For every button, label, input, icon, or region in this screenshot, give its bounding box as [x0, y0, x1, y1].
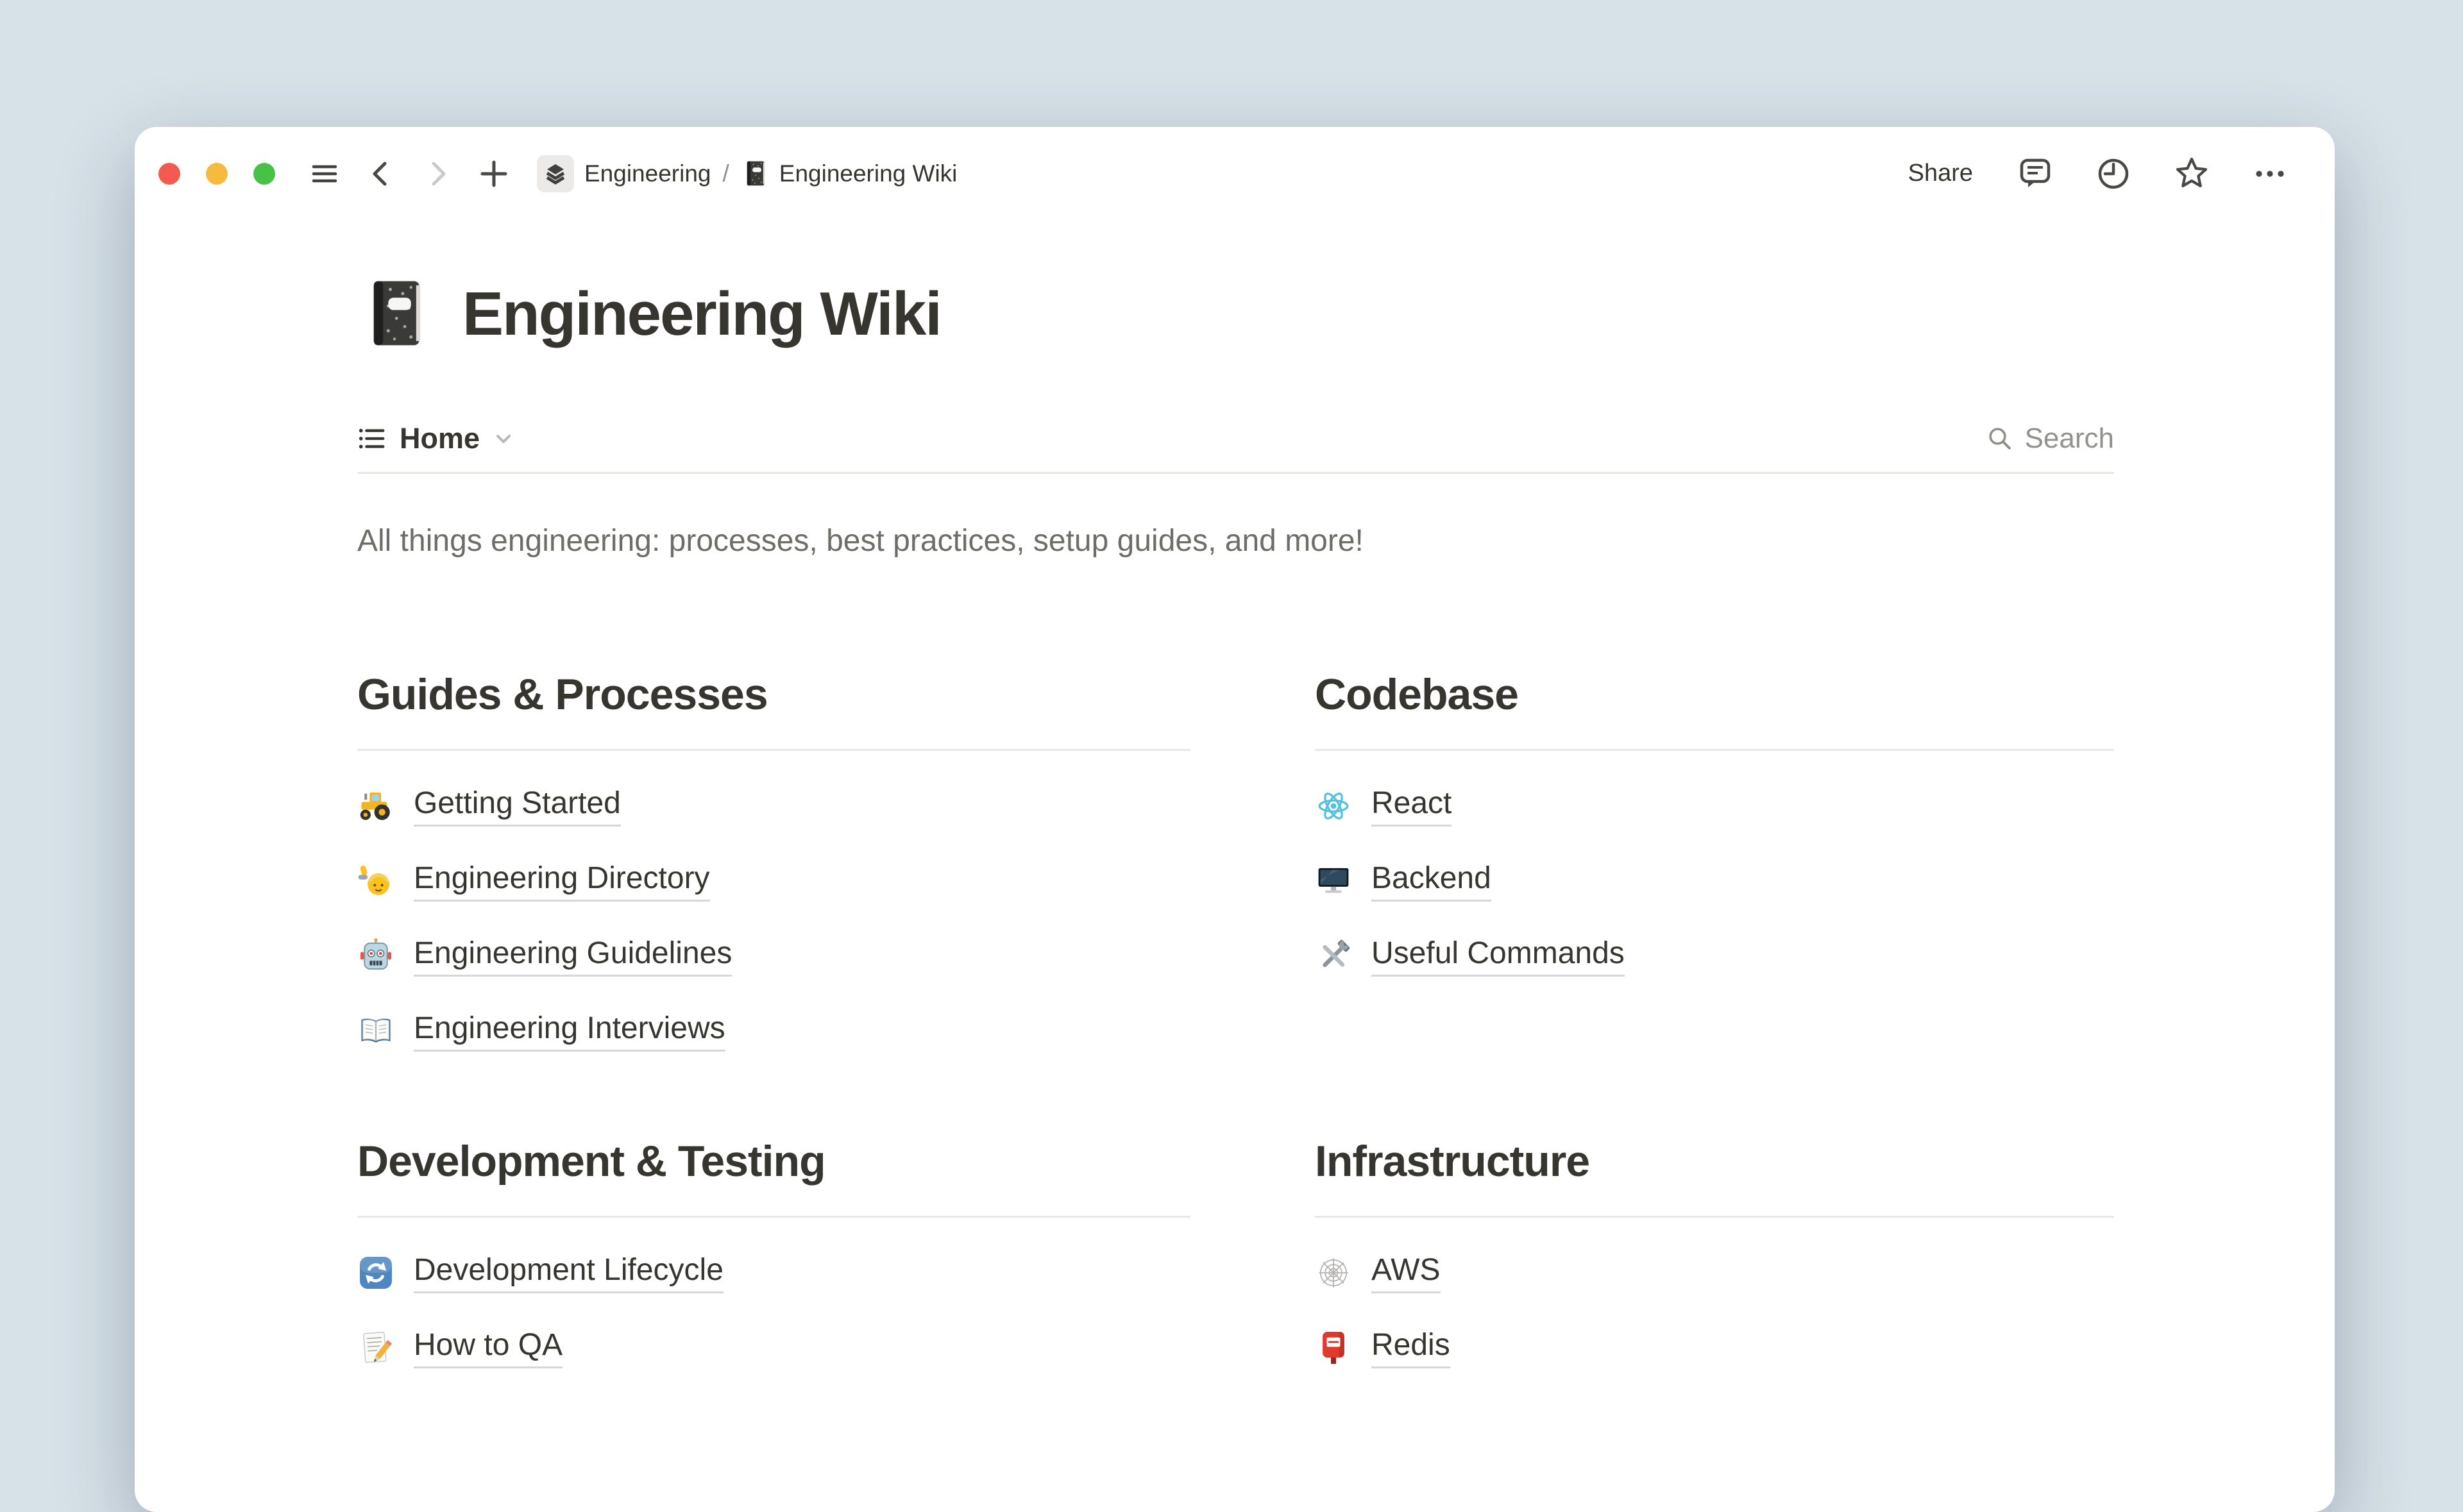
page-link-label: Redis: [1371, 1327, 1450, 1368]
hammer-wrench-emoji-icon: [1315, 937, 1352, 975]
notion-window: Engineering / Engineering Wiki Share: [135, 127, 2335, 1512]
desktop-computer-emoji-icon: [1315, 862, 1352, 900]
tab-home[interactable]: Home: [357, 422, 514, 455]
traffic-lights: [158, 163, 275, 185]
page-link-label: Backend: [1371, 861, 1491, 902]
page-link-label: Engineering Directory: [414, 861, 710, 902]
page-link-aws[interactable]: AWS: [1315, 1247, 2114, 1298]
page-link-label: React: [1371, 785, 1452, 827]
page-link-redis[interactable]: Redis: [1315, 1322, 2114, 1373]
page-link-react[interactable]: React: [1315, 780, 2114, 832]
chevron-down-icon: [493, 428, 514, 449]
toolbar-right-actions: Share: [1904, 154, 2290, 194]
page-link-label: How to QA: [414, 1327, 563, 1368]
arrows-cycle-emoji-icon: [357, 1254, 394, 1291]
share-button[interactable]: Share: [1904, 160, 1977, 187]
person-raising-hand-emoji-icon: [357, 862, 394, 900]
section-codebase: Codebase React Backend Useful Commands: [1315, 664, 2114, 1057]
chevron-right-icon: [422, 158, 453, 189]
chevron-left-icon: [366, 158, 396, 189]
section-development-testing: Development & Testing Development Lifecy…: [357, 1131, 1190, 1373]
page-link-label: Engineering Interviews: [414, 1011, 725, 1052]
breadcrumb: Engineering / Engineering Wiki: [537, 155, 957, 192]
page-link-engineering-directory[interactable]: Engineering Directory: [357, 855, 1190, 907]
breadcrumb-separator: /: [722, 160, 729, 187]
ellipsis-icon: [2252, 156, 2288, 192]
page-link-label: Getting Started: [414, 785, 621, 827]
notebook-emoji-icon[interactable]: [357, 277, 432, 351]
page-link-label: Engineering Guidelines: [414, 936, 732, 977]
page-title-block: Engineering Wiki: [357, 276, 2114, 352]
zoom-window-button[interactable]: [253, 163, 275, 185]
page-link-label: Development Lifecycle: [414, 1252, 724, 1293]
notebook-emoji-icon: [741, 160, 769, 188]
minimize-window-button[interactable]: [206, 163, 228, 185]
postbox-emoji-icon: [1315, 1329, 1352, 1366]
more-options-button[interactable]: [2250, 154, 2290, 194]
page-link-engineering-interviews[interactable]: Engineering Interviews: [357, 1005, 1190, 1057]
page-description[interactable]: All things engineering: processes, best …: [357, 521, 2114, 562]
close-window-button[interactable]: [158, 163, 180, 185]
page-link-label: Useful Commands: [1371, 936, 1625, 977]
react-logo-icon: [1315, 787, 1352, 825]
page-link-backend[interactable]: Backend: [1315, 855, 2114, 907]
memo-emoji-icon: [357, 1329, 394, 1366]
bulleted-list-icon: [357, 424, 387, 453]
breadcrumb-teamspace[interactable]: Engineering: [584, 160, 711, 187]
plus-icon: [478, 158, 509, 189]
robot-emoji-icon: [357, 937, 394, 975]
tractor-emoji-icon: [357, 787, 394, 825]
column-list: Guides & Processes Getting Started Engin…: [357, 664, 2114, 1373]
section-guides-processes: Guides & Processes Getting Started Engin…: [357, 664, 1190, 1057]
clock-icon: [2095, 156, 2131, 192]
open-book-emoji-icon: [357, 1012, 394, 1050]
page-link-development-lifecycle[interactable]: Development Lifecycle: [357, 1247, 1190, 1298]
back-button[interactable]: [362, 155, 400, 192]
comment-bubble-icon: [2017, 156, 2053, 192]
star-icon: [2173, 155, 2210, 192]
favorite-button[interactable]: [2172, 154, 2212, 194]
page-link-how-to-qa[interactable]: How to QA: [357, 1322, 1190, 1373]
new-page-button[interactable]: [475, 155, 512, 192]
section-infrastructure: Infrastructure AWS Redis: [1315, 1131, 2114, 1373]
window-toolbar: Engineering / Engineering Wiki Share: [135, 127, 2335, 220]
view-row: Home Search: [357, 419, 2114, 458]
teamspace-stack-icon[interactable]: [537, 155, 574, 192]
section-heading[interactable]: Guides & Processes: [357, 664, 1190, 725]
search-label: Search: [2025, 423, 2114, 455]
section-heading[interactable]: Infrastructure: [1315, 1131, 2114, 1191]
view-divider: [357, 472, 2114, 474]
breadcrumb-page[interactable]: Engineering Wiki: [779, 160, 958, 187]
search-button[interactable]: Search: [1986, 423, 2114, 455]
section-heading[interactable]: Codebase: [1315, 664, 2114, 725]
comments-button[interactable]: [2015, 154, 2055, 194]
page-title[interactable]: Engineering Wiki: [462, 276, 941, 352]
spider-web-emoji-icon: [1315, 1254, 1352, 1291]
page-link-label: AWS: [1371, 1252, 1441, 1293]
hamburger-icon: [309, 158, 340, 189]
page-link-engineering-guidelines[interactable]: Engineering Guidelines: [357, 930, 1190, 982]
updates-button[interactable]: [2094, 154, 2133, 194]
view-tab-label: Home: [400, 422, 480, 455]
page-link-useful-commands[interactable]: Useful Commands: [1315, 930, 2114, 982]
section-heading[interactable]: Development & Testing: [357, 1131, 1190, 1191]
page-link-getting-started[interactable]: Getting Started: [357, 780, 1190, 832]
page-content: Engineering Wiki Home: [135, 276, 2335, 1373]
forward-button[interactable]: [419, 155, 456, 192]
sidebar-toggle-button[interactable]: [306, 155, 343, 192]
search-icon: [1986, 425, 2013, 452]
